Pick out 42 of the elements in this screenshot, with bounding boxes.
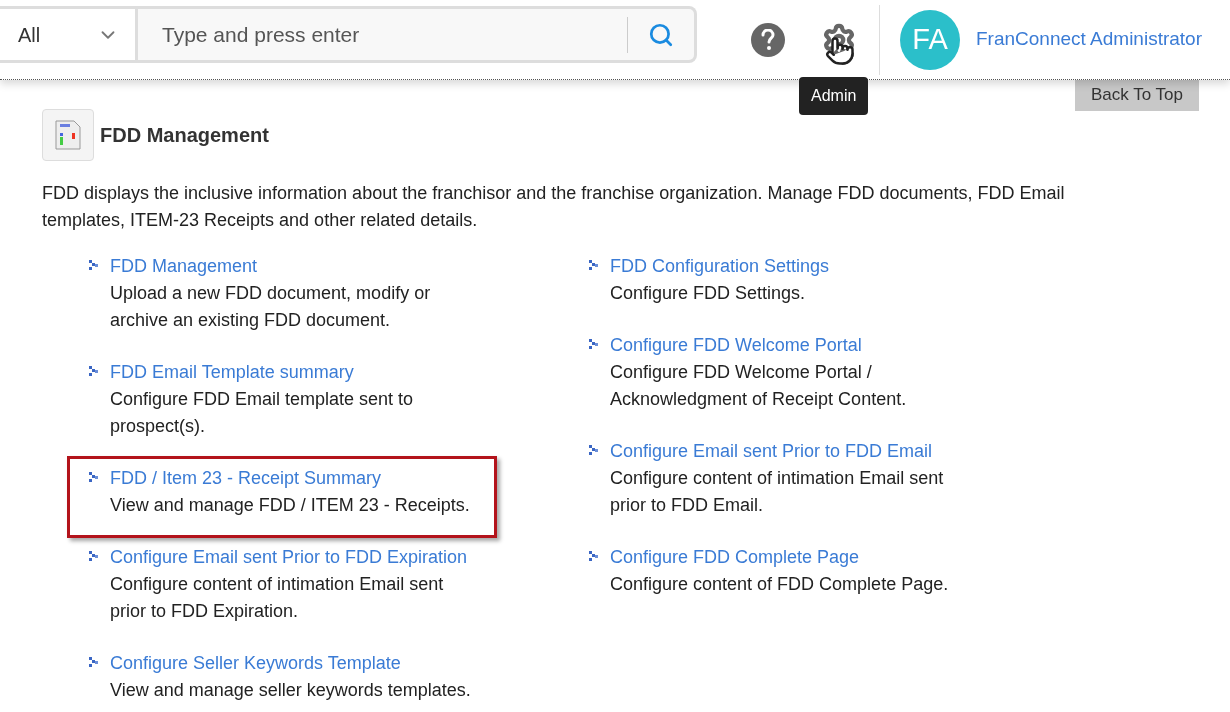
bullet-icon	[589, 550, 598, 562]
bullet-icon	[89, 365, 98, 377]
settings-icon	[822, 22, 856, 57]
item-description: Configure content of FDD Complete Page.	[610, 572, 949, 596]
item-description: Configure FDD Settings.	[610, 281, 807, 305]
tooltip: Admin	[799, 76, 869, 115]
link[interactable]: Configure Email sent Prior to FDD Expiration	[110, 543, 468, 571]
user-avatar[interactable]: FA	[900, 9, 960, 70]
search-input[interactable]: Type and press enter	[138, 9, 627, 60]
item-description: Configure FDD Welcome Portal / Acknowledgment of Receipt Content.	[610, 360, 908, 411]
section-title: FDD Management	[100, 122, 269, 148]
user-name[interactable]: FranConnect Administrator	[976, 25, 1202, 54]
link[interactable]: Configure FDD Complete Page	[610, 543, 860, 571]
back-to-top-button[interactable]: Back To Top	[1075, 80, 1199, 111]
help-button[interactable]	[751, 22, 785, 57]
item-description: Configure FDD Email template sent to prospect(s).	[110, 387, 415, 438]
section-description: FDD displays the inclusive information about the franchisor and the franchise organization. Manage FDD documents, FDD Email templates, ITEM-23 Receipts and other related details.	[42, 181, 1066, 232]
bullet-icon	[589, 259, 598, 271]
bullet-icon	[89, 471, 98, 483]
link[interactable]: FDD / Item 23 - Receipt Summary	[110, 464, 382, 492]
link[interactable]: Configure FDD Welcome Portal	[610, 331, 862, 359]
item-description: View and manage seller keywords templates.	[110, 678, 471, 702]
question-mark-icon	[761, 28, 775, 51]
bullet-icon	[89, 259, 98, 271]
bullet-icon	[89, 656, 98, 668]
link[interactable]: FDD Management	[110, 252, 258, 280]
item-description: View and manage FDD / ITEM 23 - Receipts.	[110, 493, 470, 517]
bullet-icon	[589, 338, 598, 350]
item-description: Configure content of intimation Email sent prior to FDD Email.	[610, 466, 945, 517]
fdd-document-icon	[42, 108, 94, 161]
bullet-icon	[589, 444, 598, 456]
search-field[interactable]: Type and press enter	[138, 6, 697, 63]
link[interactable]: FDD Configuration Settings	[610, 252, 830, 280]
link[interactable]: Configure Seller Keywords Template	[110, 649, 401, 677]
search-icon	[648, 21, 674, 48]
hand-pointer-icon	[825, 35, 855, 66]
link[interactable]: Configure Email sent Prior to FDD Email	[610, 437, 933, 465]
item-description: Upload a new FDD document, modify or archive an existing FDD document.	[110, 281, 432, 332]
bullet-icon	[89, 550, 98, 562]
item-description: Configure content of intimation Email sent prior to FDD Expiration.	[110, 572, 445, 623]
category-select[interactable]: All	[0, 6, 138, 63]
link[interactable]: FDD Email Template summary	[110, 358, 354, 386]
